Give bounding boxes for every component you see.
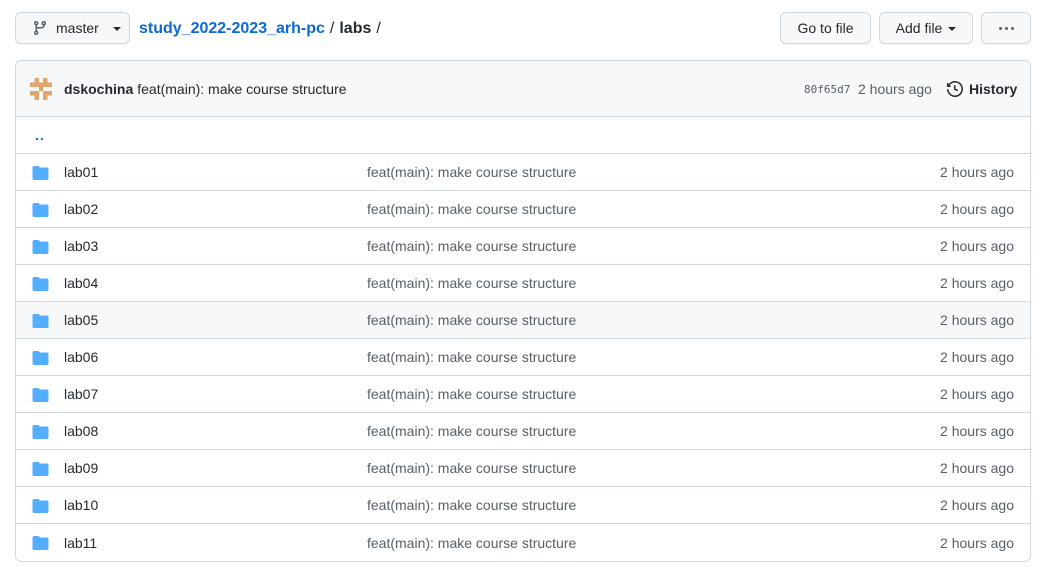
history-label: History <box>969 81 1018 97</box>
file-commit-message[interactable]: feat(main): make course structure <box>367 349 576 365</box>
history-icon <box>947 81 963 97</box>
file-name-link[interactable]: lab10 <box>64 497 98 513</box>
file-commit-time: 2 hours ago <box>940 349 1014 365</box>
add-file-label: Add file <box>895 20 943 36</box>
file-commit-message[interactable]: feat(main): make course structure <box>367 423 576 439</box>
breadcrumb-current: labs <box>339 19 372 37</box>
add-file-button[interactable]: Add file <box>879 12 973 44</box>
file-commit-message[interactable]: feat(main): make course structure <box>367 275 576 291</box>
history-link[interactable]: History <box>947 61 1017 117</box>
file-browser: dskochina feat(main): make course struct… <box>15 60 1031 562</box>
file-name-link[interactable]: lab11 <box>64 535 97 551</box>
file-row[interactable]: lab11 feat(main): make course structure 2 … <box>16 524 1030 561</box>
file-commit-message[interactable]: feat(main): make course structure <box>367 497 576 513</box>
file-commit-message[interactable]: feat(main): make course structure <box>367 238 576 254</box>
commit-author[interactable]: dskochina <box>64 81 133 97</box>
file-name-link[interactable]: lab03 <box>64 238 98 254</box>
file-row[interactable]: lab05 feat(main): make course structure 2 … <box>16 302 1030 339</box>
commit-message[interactable]: feat(main): make course structure <box>137 81 346 97</box>
file-name-link[interactable]: lab05 <box>64 312 98 328</box>
file-row[interactable]: lab03 feat(main): make course structure 2 … <box>16 228 1030 265</box>
file-commit-time: 2 hours ago <box>940 497 1014 513</box>
file-commit-message[interactable]: feat(main): make course structure <box>367 164 576 180</box>
parent-directory-row[interactable]: .. <box>16 117 1030 154</box>
folder-icon <box>32 166 49 180</box>
latest-commit-bar: dskochina feat(main): make course struct… <box>16 61 1030 117</box>
folder-icon <box>32 314 49 328</box>
file-commit-message[interactable]: feat(main): make course structure <box>367 312 576 328</box>
file-row[interactable]: lab06 feat(main): make course structure 2 … <box>16 339 1030 376</box>
kebab-horizontal-icon <box>998 26 1014 30</box>
file-commit-message[interactable]: feat(main): make course structure <box>367 386 576 402</box>
file-row[interactable]: lab09 feat(main): make course structure 2 … <box>16 450 1030 487</box>
file-row[interactable]: lab04 feat(main): make course structure 2 … <box>16 265 1030 302</box>
dropdown-caret-icon <box>948 27 957 31</box>
go-to-file-button[interactable]: Go to file <box>780 12 871 44</box>
file-name-link[interactable]: lab02 <box>64 201 98 217</box>
file-navigation: master study_2022-2023_arh-pc / labs / G… <box>15 12 1031 45</box>
file-name-link[interactable]: lab09 <box>64 460 98 476</box>
avatar[interactable] <box>30 77 52 100</box>
file-row[interactable]: lab07 feat(main): make course structure 2 … <box>16 376 1030 413</box>
file-row[interactable]: lab01 feat(main): make course structure 2 … <box>16 154 1030 191</box>
file-row[interactable]: lab10 feat(main): make course structure 2 … <box>16 487 1030 524</box>
folder-icon <box>32 499 49 513</box>
commit-time: 2 hours ago <box>858 81 932 97</box>
file-commit-message[interactable]: feat(main): make course structure <box>367 201 576 217</box>
parent-directory-link[interactable]: .. <box>35 127 45 143</box>
file-commit-time: 2 hours ago <box>940 423 1014 439</box>
git-branch-icon <box>33 21 46 36</box>
file-row[interactable]: lab08 feat(main): make course structure 2 … <box>16 413 1030 450</box>
file-commit-time: 2 hours ago <box>940 238 1014 254</box>
breadcrumb: study_2022-2023_arh-pc / labs / <box>139 12 386 45</box>
folder-icon <box>32 240 49 254</box>
file-commit-time: 2 hours ago <box>940 312 1014 328</box>
dropdown-caret-icon <box>112 27 121 31</box>
breadcrumb-separator: / <box>329 19 335 37</box>
file-name-link[interactable]: lab04 <box>64 275 98 291</box>
file-row[interactable]: lab02 feat(main): make course structure 2 … <box>16 191 1030 228</box>
folder-icon <box>32 351 49 365</box>
more-options-button[interactable] <box>981 12 1031 44</box>
folder-icon <box>32 536 49 550</box>
breadcrumb-repo-link[interactable]: study_2022-2023_arh-pc <box>139 20 325 38</box>
folder-icon <box>32 388 49 402</box>
branch-select-button[interactable]: master <box>15 12 130 44</box>
file-commit-time: 2 hours ago <box>940 534 1014 551</box>
file-name-link[interactable]: lab06 <box>64 349 98 365</box>
file-name-link[interactable]: lab07 <box>64 386 98 402</box>
file-name-link[interactable]: lab01 <box>64 164 98 180</box>
file-commit-message[interactable]: feat(main): make course structure <box>367 535 576 551</box>
file-commit-time: 2 hours ago <box>940 460 1014 476</box>
file-name-link[interactable]: lab08 <box>64 423 98 439</box>
breadcrumb-trailing-separator: / <box>376 19 381 37</box>
folder-icon <box>32 462 49 476</box>
file-commit-time: 2 hours ago <box>940 164 1014 180</box>
branch-name: master <box>56 20 99 36</box>
file-commit-time: 2 hours ago <box>940 201 1014 217</box>
file-commit-time: 2 hours ago <box>940 275 1014 291</box>
folder-icon <box>32 425 49 439</box>
folder-icon <box>32 203 49 217</box>
file-commit-time: 2 hours ago <box>940 386 1014 402</box>
file-list: lab01 feat(main): make course structure 2 … <box>16 154 1030 561</box>
folder-icon <box>32 277 49 291</box>
file-commit-message[interactable]: feat(main): make course structure <box>367 460 576 476</box>
commit-sha[interactable]: 80f65d7 <box>804 61 850 117</box>
